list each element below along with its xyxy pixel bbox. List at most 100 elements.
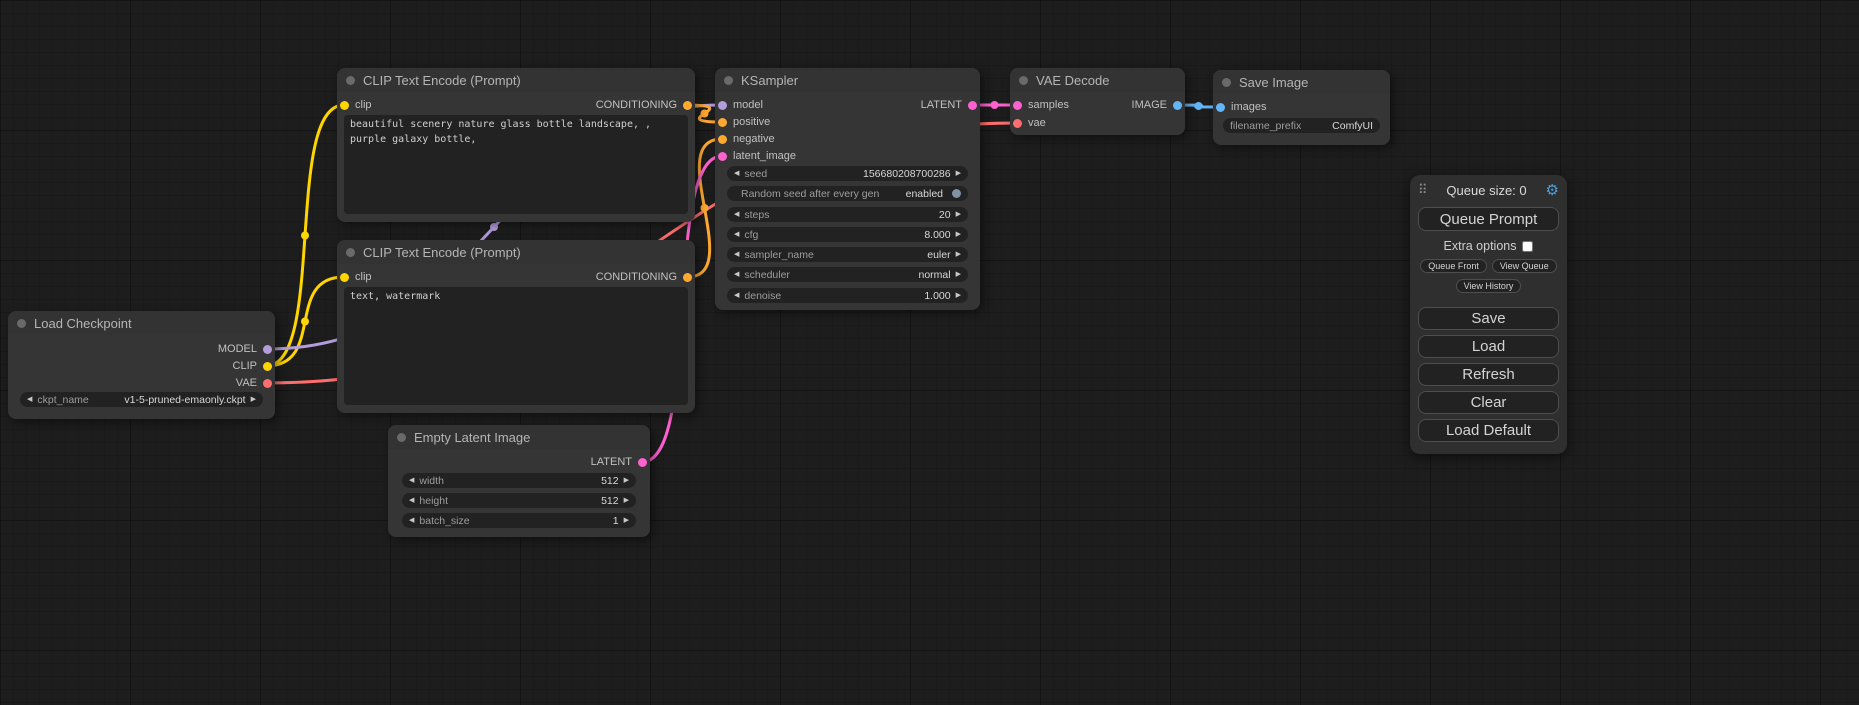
increment-icon[interactable]: ▶ [624, 517, 629, 524]
node-title-bar[interactable]: Load Checkpoint [8, 311, 275, 335]
widget-steps[interactable]: ◀ steps 20 ▶ [727, 207, 968, 222]
prompt-textarea[interactable]: beautiful scenery nature glass bottle la… [344, 115, 688, 214]
node-title-bar[interactable]: Save Image [1213, 70, 1390, 94]
output-slot-model[interactable]: MODEL [218, 341, 272, 357]
node-clip-text-encode-negative[interactable]: CLIP Text Encode (Prompt) clip CONDITION… [337, 240, 695, 413]
input-slot-latent-image[interactable]: latent_image [718, 148, 796, 164]
decrement-icon[interactable]: ◀ [734, 251, 739, 258]
output-slot-vae[interactable]: VAE [236, 375, 272, 391]
node-title-bar[interactable]: CLIP Text Encode (Prompt) [337, 240, 695, 264]
input-slot-clip[interactable]: clip [340, 97, 372, 113]
view-history-button[interactable]: View History [1456, 279, 1522, 293]
collapse-dot-icon[interactable] [397, 433, 406, 442]
decrement-icon[interactable]: ◀ [734, 170, 739, 177]
increment-icon[interactable]: ▶ [251, 396, 256, 403]
input-slot-samples[interactable]: samples [1013, 97, 1069, 113]
input-slot-vae[interactable]: vae [1013, 115, 1046, 131]
collapse-dot-icon[interactable] [346, 248, 355, 257]
widget-height[interactable]: ◀ height 512 ▶ [402, 493, 636, 508]
widget-denoise[interactable]: ◀ denoise 1.000 ▶ [727, 288, 968, 303]
refresh-button[interactable]: Refresh [1418, 363, 1559, 386]
node-empty-latent-image[interactable]: Empty Latent Image LATENT ◀ width 512 ▶ … [388, 425, 650, 537]
slot-dot-vae[interactable] [263, 379, 272, 388]
output-slot-latent[interactable]: LATENT [591, 454, 647, 470]
drag-handle-icon[interactable]: ⠿ [1418, 182, 1428, 198]
slot-dot-image[interactable] [1173, 101, 1182, 110]
clear-button[interactable]: Clear [1418, 391, 1559, 414]
slot-dot-vae[interactable] [1013, 119, 1022, 128]
node-title-bar[interactable]: Empty Latent Image [388, 425, 650, 449]
collapse-dot-icon[interactable] [724, 76, 733, 85]
slot-dot-latent[interactable] [638, 458, 647, 467]
decrement-icon[interactable]: ◀ [27, 396, 32, 403]
slot-dot-clip[interactable] [263, 362, 272, 371]
node-ksampler[interactable]: KSampler model positive negative latent_… [715, 68, 980, 310]
view-queue-button[interactable]: View Queue [1492, 259, 1557, 273]
widget-cfg[interactable]: ◀ cfg 8.000 ▶ [727, 227, 968, 242]
increment-icon[interactable]: ▶ [956, 251, 961, 258]
slot-dot-conditioning[interactable] [683, 101, 692, 110]
node-title-bar[interactable]: KSampler [715, 68, 980, 92]
slot-dot-latent-image[interactable] [718, 152, 727, 161]
slot-dot-positive[interactable] [718, 118, 727, 127]
node-load-checkpoint[interactable]: Load Checkpoint MODEL CLIP VAE ◀ ckpt_na… [8, 311, 275, 419]
slot-dot-conditioning[interactable] [683, 273, 692, 282]
collapse-dot-icon[interactable] [1019, 76, 1028, 85]
widget-filename-prefix[interactable]: filename_prefix ComfyUI [1223, 118, 1380, 133]
widget-seed[interactable]: ◀ seed 156680208700286 ▶ [727, 166, 968, 181]
load-button[interactable]: Load [1418, 335, 1559, 358]
collapse-dot-icon[interactable] [1222, 78, 1231, 87]
widget-random-seed[interactable]: Random seed after every gen enabled [727, 186, 968, 201]
output-slot-latent[interactable]: LATENT [921, 97, 977, 113]
output-slot-conditioning[interactable]: CONDITIONING [596, 269, 692, 285]
slot-dot-latent[interactable] [968, 101, 977, 110]
prompt-textarea[interactable]: text, watermark [344, 287, 688, 405]
toggle-dot-icon[interactable] [952, 189, 961, 198]
input-slot-images[interactable]: images [1216, 99, 1266, 115]
node-title-bar[interactable]: CLIP Text Encode (Prompt) [337, 68, 695, 92]
input-slot-negative[interactable]: negative [718, 131, 775, 147]
increment-icon[interactable]: ▶ [956, 292, 961, 299]
save-button[interactable]: Save [1418, 307, 1559, 330]
decrement-icon[interactable]: ◀ [734, 292, 739, 299]
extra-options-checkbox[interactable] [1522, 241, 1533, 252]
slot-dot-negative[interactable] [718, 135, 727, 144]
load-default-button[interactable]: Load Default [1418, 419, 1559, 442]
slot-dot-model[interactable] [263, 345, 272, 354]
decrement-icon[interactable]: ◀ [409, 477, 414, 484]
node-title-bar[interactable]: VAE Decode [1010, 68, 1185, 92]
slot-dot-model[interactable] [718, 101, 727, 110]
widget-ckpt-name[interactable]: ◀ ckpt_name v1-5-pruned-emaonly.ckpt ▶ [20, 392, 263, 407]
settings-gear-icon[interactable]: ⚙ [1546, 181, 1559, 199]
slot-dot-clip[interactable] [340, 273, 349, 282]
input-slot-clip[interactable]: clip [340, 269, 372, 285]
node-save-image[interactable]: Save Image images filename_prefix ComfyU… [1213, 70, 1390, 145]
decrement-icon[interactable]: ◀ [734, 271, 739, 278]
node-vae-decode[interactable]: VAE Decode samples vae IMAGE [1010, 68, 1185, 135]
decrement-icon[interactable]: ◀ [409, 497, 414, 504]
slot-dot-clip[interactable] [340, 101, 349, 110]
output-slot-conditioning[interactable]: CONDITIONING [596, 97, 692, 113]
slot-dot-images[interactable] [1216, 103, 1225, 112]
widget-scheduler[interactable]: ◀ scheduler normal ▶ [727, 267, 968, 282]
collapse-dot-icon[interactable] [17, 319, 26, 328]
output-slot-clip[interactable]: CLIP [233, 358, 272, 374]
slot-dot-samples[interactable] [1013, 101, 1022, 110]
widget-sampler-name[interactable]: ◀ sampler_name euler ▶ [727, 247, 968, 262]
output-slot-image[interactable]: IMAGE [1132, 97, 1182, 113]
decrement-icon[interactable]: ◀ [734, 211, 739, 218]
decrement-icon[interactable]: ◀ [734, 231, 739, 238]
input-slot-positive[interactable]: positive [718, 114, 770, 130]
node-graph-canvas[interactable]: Load Checkpoint MODEL CLIP VAE ◀ ckpt_na… [0, 0, 1859, 705]
increment-icon[interactable]: ▶ [956, 271, 961, 278]
widget-width[interactable]: ◀ width 512 ▶ [402, 473, 636, 488]
increment-icon[interactable]: ▶ [956, 170, 961, 177]
node-clip-text-encode-positive[interactable]: CLIP Text Encode (Prompt) clip CONDITION… [337, 68, 695, 222]
collapse-dot-icon[interactable] [346, 76, 355, 85]
input-slot-model[interactable]: model [718, 97, 763, 113]
increment-icon[interactable]: ▶ [956, 211, 961, 218]
increment-icon[interactable]: ▶ [624, 477, 629, 484]
widget-batch-size[interactable]: ◀ batch_size 1 ▶ [402, 513, 636, 528]
queue-front-button[interactable]: Queue Front [1420, 259, 1487, 273]
decrement-icon[interactable]: ◀ [409, 517, 414, 524]
